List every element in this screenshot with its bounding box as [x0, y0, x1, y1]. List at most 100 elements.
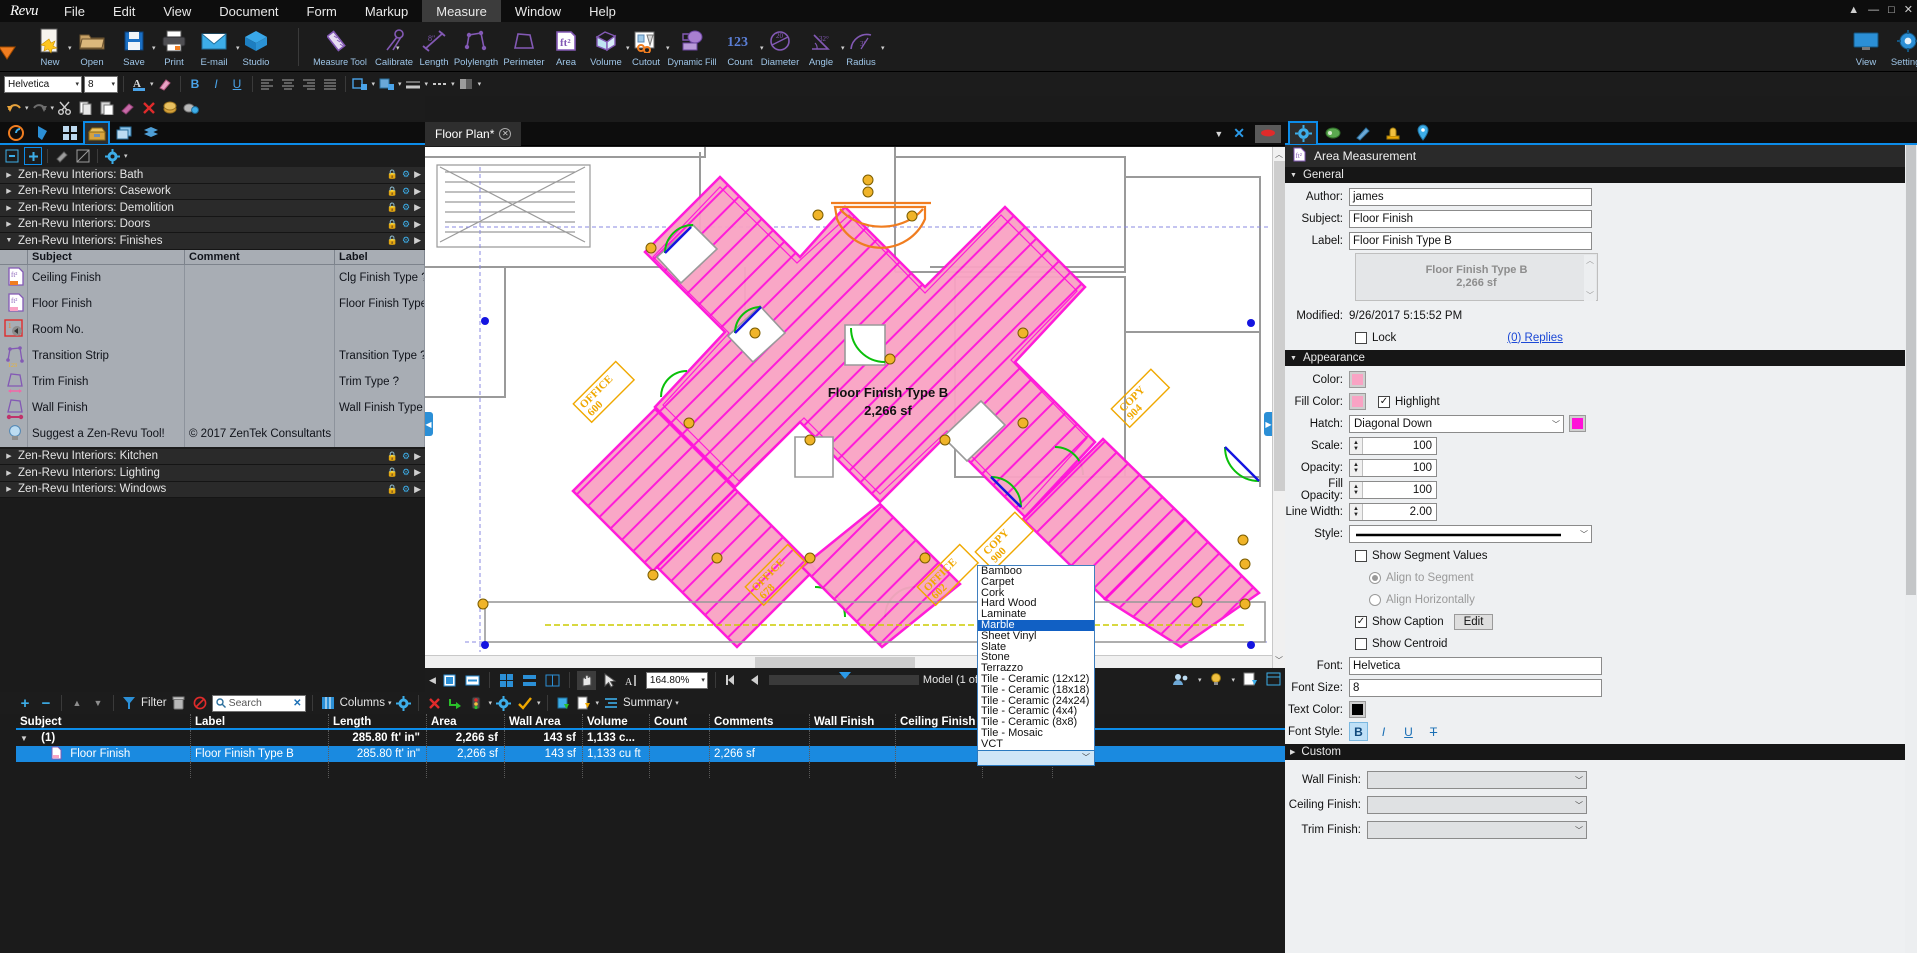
custom-wall-finish-select[interactable]: ﹀: [1367, 770, 1587, 789]
add-markup-button[interactable]: +: [16, 694, 34, 712]
fit-page-icon[interactable]: [440, 671, 459, 690]
chevron-left-icon[interactable]: ◀: [429, 675, 436, 686]
chevron-down-icon[interactable]: ▾: [1231, 676, 1235, 684]
align-left-button[interactable]: [258, 75, 277, 94]
no-style-icon[interactable]: [74, 147, 92, 165]
col-area[interactable]: Area: [427, 714, 505, 728]
toolchest-group-lighting[interactable]: ▶ Zen-Revu Interiors: Lighting 🔒 ⚙ ▶: [0, 465, 425, 482]
chevron-down-icon[interactable]: ▾: [388, 699, 392, 707]
scroll-thumb[interactable]: [755, 657, 915, 668]
hatch-color-swatch-button[interactable]: [1569, 415, 1586, 432]
group-actions[interactable]: 🔒 ⚙ ▶: [387, 202, 421, 213]
chevron-down-icon[interactable]: ▾: [881, 44, 885, 52]
gear-icon[interactable]: [103, 147, 121, 165]
group-actions[interactable]: 🔒 ⚙ ▶: [387, 235, 421, 246]
menu-form[interactable]: Form: [293, 0, 351, 22]
chevron-down-icon[interactable]: ﹀: [1575, 773, 1583, 789]
subject-field[interactable]: Floor Finish: [1349, 209, 1592, 228]
show-segment-values-checkbox[interactable]: [1355, 549, 1367, 562]
align-center-button[interactable]: [279, 75, 298, 94]
align-right-button[interactable]: [300, 75, 319, 94]
floor-finish-dropdown-field[interactable]: ﹀: [977, 750, 1095, 766]
gear2-icon[interactable]: [495, 694, 513, 712]
col-label[interactable]: Label: [335, 249, 425, 264]
dropdown-option[interactable]: Tile - Ceramic (18x18): [978, 684, 1094, 696]
fill-opacity-stepper[interactable]: ▲ ▼ 100: [1349, 480, 1437, 499]
first-page-icon[interactable]: [723, 671, 742, 690]
line-width-icon[interactable]: [404, 75, 423, 94]
move-down-button[interactable]: ▼: [89, 694, 107, 712]
line-color-icon[interactable]: [351, 75, 370, 94]
collapse-left-panel-handle[interactable]: ◀: [425, 412, 433, 436]
tab-thumbnails[interactable]: [2, 121, 29, 144]
ribbon-settings-button[interactable]: Settings: [1880, 26, 1917, 68]
hatch-select[interactable]: Diagonal Down ﹀: [1349, 414, 1564, 433]
group-actions[interactable]: 🔒 ⚙ ▶: [387, 186, 421, 197]
font-size-field[interactable]: 8: [1349, 678, 1602, 697]
canvas-horizontal-scrollbar[interactable]: [425, 655, 1272, 668]
chevron-down-icon[interactable]: ﹀: [1082, 752, 1090, 763]
table-row[interactable]: ft² Floor Finish Floor Finish Type ?: [0, 290, 425, 317]
row-ceiling-finish[interactable]: [896, 746, 983, 762]
continuous-layout-icon[interactable]: [520, 671, 539, 690]
select-arrow-icon[interactable]: [600, 671, 619, 690]
ribbon-measure-tool-button[interactable]: Measure Tool: [312, 26, 368, 67]
properties-panel-scrollbar[interactable]: [1905, 145, 1917, 953]
text-highlight-icon[interactable]: [156, 75, 175, 94]
checkmark-icon[interactable]: [516, 694, 534, 712]
import-icon[interactable]: [554, 694, 572, 712]
lock-checkbox[interactable]: [1355, 331, 1367, 344]
chevron-down-icon[interactable]: ▾: [75, 80, 79, 88]
tab-pen[interactable]: [1348, 121, 1378, 144]
table-row[interactable]: Suggest a Zen-Revu Tool! © 2017 ZenTek C…: [0, 420, 425, 447]
menu-edit[interactable]: Edit: [99, 0, 149, 22]
export-icon[interactable]: [575, 694, 593, 712]
chevron-down-icon[interactable]: ﹀: [1275, 655, 1283, 666]
opacity-stepper[interactable]: ▲ ▼ 100: [1349, 458, 1437, 477]
table-row[interactable]: 1 Room No.: [0, 316, 425, 343]
menu-view[interactable]: View: [149, 0, 205, 22]
author-field[interactable]: james: [1349, 187, 1592, 206]
document-tab-floor-plan[interactable]: Floor Plan* ✕: [425, 121, 522, 146]
gear-icon[interactable]: [394, 694, 412, 712]
col-wall-area[interactable]: Wall Area: [505, 714, 583, 728]
toolchest-group-kitchen[interactable]: ▶ Zen-Revu Interiors: Kitchen 🔒 ⚙ ▶: [0, 448, 425, 465]
menu-document[interactable]: Document: [205, 0, 292, 22]
font-size-select[interactable]: 8 ▾: [84, 75, 118, 93]
text-color-swatch-button[interactable]: [1349, 701, 1366, 718]
chevron-down-icon[interactable]: ▾: [451, 80, 455, 88]
group-actions[interactable]: 🔒 ⚙ ▶: [387, 451, 421, 462]
toolchest-group-demolition[interactable]: ▶ Zen-Revu Interiors: Demolition 🔒 ⚙ ▶: [0, 200, 425, 217]
summary-icon[interactable]: [602, 694, 620, 712]
col-subject[interactable]: Subject: [16, 714, 191, 728]
section-appearance[interactable]: ▼ Appearance: [1285, 350, 1917, 366]
zoom-level-input[interactable]: 164.80% ▾: [645, 671, 708, 689]
bold-button[interactable]: B: [1349, 722, 1368, 741]
lightbulb-icon[interactable]: [1209, 672, 1223, 689]
chevron-down-icon[interactable]: ▾: [1198, 676, 1202, 684]
tab-toolchest[interactable]: [83, 121, 110, 144]
color-swatch-button[interactable]: [1349, 371, 1366, 388]
dropdown-option[interactable]: VCT: [978, 738, 1094, 750]
pdf-canvas[interactable]: COPY 900 COPY 904 OFFICE 600 OFFICE 678 OFFI…: [425, 147, 1285, 668]
custom-ceiling-finish-select[interactable]: ﹀: [1367, 795, 1587, 814]
toolchest-group-casework[interactable]: ▶ Zen-Revu Interiors: Casework 🔒 ⚙ ▶: [0, 183, 425, 200]
chevron-down-icon[interactable]: ﹀: [1575, 823, 1583, 839]
fill-color-swatch-button[interactable]: [1349, 393, 1366, 410]
chevron-down-icon[interactable]: ▾: [124, 152, 128, 160]
chevron-down-icon[interactable]: ▾: [701, 676, 705, 684]
underline-button[interactable]: U: [1399, 722, 1418, 741]
col-ceiling-finish[interactable]: Ceiling Finish: [896, 714, 983, 728]
tab-grid[interactable]: [56, 121, 83, 144]
collapse-all-icon[interactable]: [3, 147, 21, 165]
opacity-icon[interactable]: [457, 75, 476, 94]
floor-finish-dropdown-list[interactable]: Bamboo Carpet Cork Hard Wood Laminate Ma…: [977, 565, 1095, 751]
pan-hand-icon[interactable]: [576, 670, 596, 690]
underline-button[interactable]: U: [228, 75, 247, 94]
section-custom[interactable]: ▶ Custom: [1285, 744, 1917, 760]
menu-measure[interactable]: Measure: [422, 0, 501, 22]
chevron-down-icon[interactable]: ▾: [372, 80, 376, 88]
col-comments[interactable]: Comments: [710, 714, 810, 728]
custom-trim-finish-select[interactable]: ﹀: [1367, 820, 1587, 839]
tab-properties[interactable]: [1288, 121, 1318, 144]
